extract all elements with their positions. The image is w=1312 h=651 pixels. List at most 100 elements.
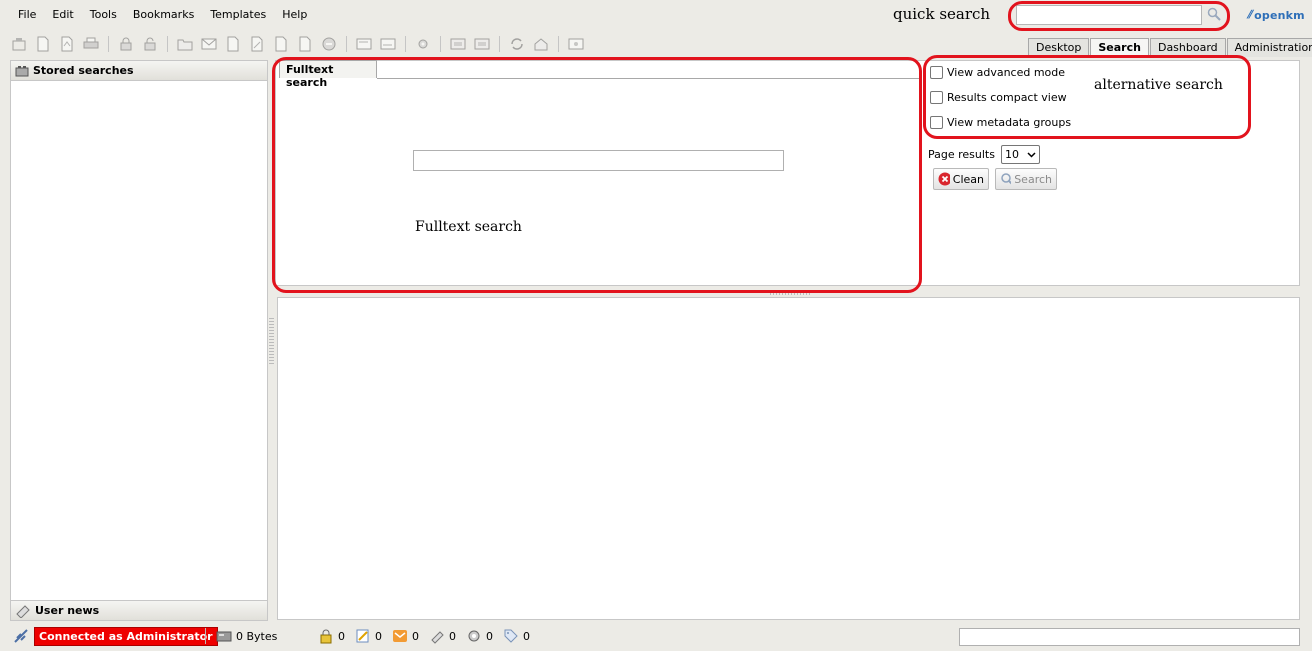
page-results-control: Page results 10 [928,145,1040,164]
user-news-title: User news [35,604,100,617]
menu-templates[interactable]: Templates [202,6,274,24]
clean-icon [938,172,950,186]
toolbar [10,33,585,55]
advanced-mode-option[interactable]: View advanced mode [930,66,1065,79]
toolbar-separator [405,36,406,52]
quick-search-input[interactable] [1016,5,1202,25]
print-icon[interactable] [82,35,100,53]
refresh-icon[interactable] [508,35,526,53]
connection-icon [14,629,28,643]
stored-searches-title: Stored searches [33,64,134,77]
tag-icon[interactable] [503,628,519,644]
stored-searches-panel: Stored searches User news [10,60,268,621]
status-separator [205,628,206,644]
tag-count: 0 [523,629,530,643]
search-icon [1001,173,1012,185]
page-results-value: 10 [1004,148,1019,161]
search-icon[interactable] [1206,6,1222,22]
horizontal-splitter-handle[interactable] [770,291,810,295]
page-results-select[interactable]: 10 [1000,145,1040,164]
menu-help[interactable]: Help [274,6,315,24]
new-folder-icon[interactable] [176,35,194,53]
advanced-mode-label: View advanced mode [947,66,1066,79]
workflow-gear-icon[interactable] [414,35,432,53]
new-mail-icon[interactable] [200,35,218,53]
toolbar-separator [558,36,559,52]
home-icon[interactable] [10,35,28,53]
user-news-icon [16,604,30,618]
edit-icon[interactable] [248,35,266,53]
new-doc-icon[interactable] [224,35,242,53]
mail-icon[interactable] [392,628,408,644]
uploader-icon[interactable] [473,35,491,53]
tab-administration[interactable]: Administration [1226,38,1312,57]
clean-button[interactable]: Clean [933,168,989,190]
toolbar-separator [346,36,347,52]
stored-searches-header[interactable]: Stored searches [11,61,267,81]
menu-tools[interactable]: Tools [82,6,125,24]
compact-view-label: Results compact view [947,91,1067,104]
workflow-gear-icon[interactable] [466,628,482,644]
menu-file[interactable]: File [10,6,44,24]
toolbar-separator [499,36,500,52]
repository-size: 0 Bytes [205,627,277,645]
toolbar-separator [167,36,168,52]
metadata-groups-option[interactable]: View metadata groups [930,116,1071,129]
alternative-search-caption: alternative search [1094,77,1223,93]
advanced-mode-checkbox[interactable] [930,66,943,79]
checkin-icon[interactable] [296,35,314,53]
checkout-icon[interactable] [272,35,290,53]
add-pdf-icon[interactable] [58,35,76,53]
logo-text: openkm [1254,8,1305,22]
vertical-splitter-handle[interactable] [269,318,274,364]
search-results-panel [277,297,1300,620]
remove-property-icon[interactable] [379,35,397,53]
checkout-documents-count: 0 [375,629,382,643]
workflow-count: 0 [486,629,493,643]
add-document-icon[interactable] [34,35,52,53]
status-counters: 0 0 0 0 0 0 [318,627,530,645]
search-panel [275,60,1300,286]
chevron-down-icon [1027,151,1036,158]
toolbar-separator [108,36,109,52]
cancel-icon[interactable] [320,35,338,53]
tab-fulltext-search[interactable]: Fulltext search [279,60,377,89]
fulltext-search-input[interactable] [413,150,784,171]
checkout-documents-icon[interactable] [355,628,371,644]
user-news-header[interactable]: User news [11,600,267,620]
mail-count: 0 [412,629,419,643]
logo: ⫽ openkm [1247,8,1305,22]
compact-view-option[interactable]: Results compact view [930,91,1067,104]
search-button[interactable]: Search [995,168,1057,190]
locked-documents-icon[interactable] [318,628,334,644]
scanner-icon[interactable] [449,35,467,53]
metadata-groups-checkbox[interactable] [930,116,943,129]
logo-mark-icon: ⫽ [1247,8,1253,21]
tab-search[interactable]: Search [1090,38,1149,57]
stored-searches-icon [15,65,29,76]
menu-bookmarks[interactable]: Bookmarks [125,6,202,24]
fulltext-search-caption: Fulltext search [415,219,522,235]
subscription-count: 0 [449,629,456,643]
locked-documents-count: 0 [338,629,345,643]
status-message-field [959,628,1300,646]
unlock-icon[interactable] [141,35,159,53]
compact-view-checkbox[interactable] [930,91,943,104]
add-property-icon[interactable] [355,35,373,53]
metadata-groups-label: View metadata groups [947,116,1072,129]
search-button-label: Search [1014,172,1052,186]
lock-icon[interactable] [117,35,135,53]
home-folder-icon[interactable] [532,35,550,53]
clean-button-label: Clean [952,172,984,186]
repository-size-value: 0 Bytes [236,629,278,643]
quick-search-caption: quick search [893,5,991,23]
tab-dashboard[interactable]: Dashboard [1149,38,1226,57]
tab-desktop[interactable]: Desktop [1028,38,1090,57]
main-tabs: Desktop Search Dashboard Administration [1027,38,1312,57]
connected-user-badge: Connected as Administrator [34,627,218,646]
menu-bar: File Edit Tools Bookmarks Templates Help [10,6,315,24]
menu-edit[interactable]: Edit [44,6,81,24]
omr-icon[interactable] [567,35,585,53]
toolbar-separator [440,36,441,52]
subscription-icon[interactable] [429,628,445,644]
